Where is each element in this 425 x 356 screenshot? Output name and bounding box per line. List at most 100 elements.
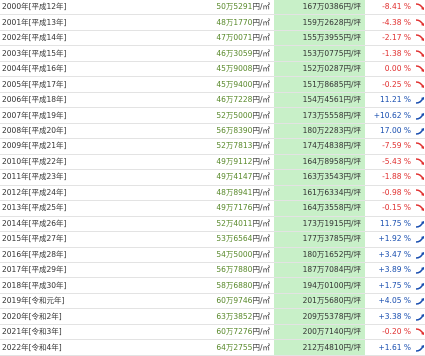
year-cell: 2005年[平成17年]	[0, 76, 142, 93]
change-rate-cell: -7.59 %	[365, 138, 413, 155]
table-row: 2010年[平成22年] 49万9112円/㎡ 164万8958円/坪 -5.43 %	[0, 154, 425, 171]
price-per-tsubo-cell: 155万3955円/坪	[274, 30, 365, 47]
tsubo-unit: 円/坪	[343, 156, 361, 166]
change-rate-cell: +1.75 %	[365, 277, 413, 294]
price-unit: 円/㎡	[252, 327, 270, 337]
price-per-tsubo-cell: 163万3543円/坪	[274, 169, 365, 186]
table-row: 2016年[平成28年] 54万5000円/㎡ 180万1652円/坪 +3.47 %	[0, 247, 425, 263]
year-cell: 2003年[平成15年]	[0, 45, 142, 62]
tsubo-unit: 円/坪	[343, 95, 361, 105]
table-row: 2012年[平成24年] 48万8941円/㎡ 161万6334円/坪 -0.98 %	[0, 185, 425, 202]
change-rate-cell: -0.15 %	[365, 200, 413, 217]
trend-down-arrow-icon	[413, 200, 425, 217]
change-rate-cell: +1.92 %	[365, 231, 413, 248]
price-per-tsubo-cell: 154万4561円/坪	[274, 92, 365, 109]
price-per-tsubo-cell: 180万1652円/坪	[274, 247, 365, 263]
table-row: 2013年[平成25年] 49万7176円/㎡ 164万3558円/坪 -0.15 %	[0, 200, 425, 217]
tsubo-unit: 円/坪	[343, 110, 361, 120]
trend-up-arrow-icon	[413, 107, 425, 124]
tsubo-value: 177万3785	[302, 234, 344, 244]
tsubo-value: 164万3558	[302, 203, 344, 213]
tsubo-value: 173万1915	[302, 218, 344, 228]
tsubo-unit: 円/坪	[343, 265, 361, 275]
tsubo-value: 164万8958	[302, 156, 344, 166]
trend-down-arrow-icon	[413, 154, 425, 171]
year-cell: 2021年[令和3年]	[0, 324, 142, 341]
price-history-table: 2000年[平成12年] 50万5291円/㎡ 167万0386円/坪 -8.41 %…	[0, 0, 425, 356]
price-per-tsubo-cell: 164万3558円/坪	[274, 200, 365, 217]
change-rate-cell: +3.89 %	[365, 262, 413, 279]
price-per-sqm-cell: 60万7276円/㎡	[142, 324, 274, 341]
price-unit: 円/㎡	[252, 110, 270, 120]
tsubo-unit: 円/坪	[343, 48, 361, 58]
year-cell: 2015年[平成27年]	[0, 231, 142, 248]
price-per-sqm-cell: 52万5000円/㎡	[142, 107, 274, 124]
change-rate-cell: -4.38 %	[365, 14, 413, 31]
table-row: 2004年[平成16年] 45万9008円/㎡ 152万0287円/坪 0.00 %	[0, 61, 425, 78]
price-per-tsubo-cell: 153万0775円/坪	[274, 45, 365, 62]
trend-down-arrow-icon	[413, 0, 425, 16]
change-rate-cell: -2.17 %	[365, 30, 413, 47]
tsubo-value: 200万7140	[302, 327, 344, 337]
price-unit: 円/㎡	[252, 280, 270, 290]
price-value: 54万5000	[216, 249, 253, 259]
price-per-tsubo-cell: 167万0386円/坪	[274, 0, 365, 16]
price-value: 46万7228	[216, 95, 253, 105]
price-per-tsubo-cell: 177万3785円/坪	[274, 231, 365, 248]
trend-up-arrow-icon	[413, 247, 425, 263]
price-per-tsubo-cell: 164万8958円/坪	[274, 154, 365, 171]
price-per-sqm-cell: 48万8941円/㎡	[142, 185, 274, 202]
price-per-tsubo-cell: 151万8685円/坪	[274, 76, 365, 93]
table-row: 2017年[平成29年] 56万7880円/㎡ 187万7084円/坪 +3.89 %	[0, 262, 425, 279]
change-rate-cell: +3.38 %	[365, 308, 413, 325]
price-per-tsubo-cell: 201万5680円/坪	[274, 293, 365, 310]
price-value: 46万3059	[216, 48, 253, 58]
table-row: 2005年[平成17年] 45万9400円/㎡ 151万8685円/坪 -0.25 %	[0, 76, 425, 93]
trend-up-arrow-icon	[413, 123, 425, 140]
year-cell: 2020年[令和2年]	[0, 308, 142, 325]
price-unit: 円/㎡	[252, 218, 270, 228]
price-unit: 円/㎡	[252, 203, 270, 213]
price-value: 56万7880	[216, 265, 253, 275]
price-value: 49万7176	[216, 203, 253, 213]
price-per-tsubo-cell: 173万1915円/坪	[274, 216, 365, 233]
year-cell: 2016年[平成28年]	[0, 247, 142, 263]
table-row: 2015年[平成27年] 53万6564円/㎡ 177万3785円/坪 +1.92 %	[0, 231, 425, 248]
tsubo-unit: 円/坪	[343, 17, 361, 27]
price-value: 52万4011	[216, 218, 253, 228]
tsubo-unit: 円/坪	[343, 125, 361, 135]
trend-up-arrow-icon	[413, 293, 425, 310]
price-unit: 円/㎡	[252, 33, 270, 43]
table-row: 2006年[平成18年] 46万7228円/㎡ 154万4561円/坪 11.21 %	[0, 92, 425, 109]
price-unit: 円/㎡	[252, 156, 270, 166]
price-value: 50万5291	[216, 2, 253, 12]
price-value: 64万2755	[216, 342, 253, 352]
tsubo-value: 201万5680	[302, 296, 344, 306]
tsubo-unit: 円/坪	[343, 327, 361, 337]
price-value: 52万5000	[216, 110, 253, 120]
price-unit: 円/㎡	[252, 342, 270, 352]
price-per-tsubo-cell: 161万6334円/坪	[274, 185, 365, 202]
price-value: 53万6564	[216, 234, 253, 244]
tsubo-value: 174万4838	[302, 141, 344, 151]
price-per-sqm-cell: 50万5291円/㎡	[142, 0, 274, 16]
year-cell: 2022年[令和4年]	[0, 339, 142, 356]
tsubo-value: 180万1652	[302, 249, 344, 259]
change-rate-cell: +1.61 %	[365, 339, 413, 356]
price-unit: 円/㎡	[252, 187, 270, 197]
trend-down-arrow-icon	[413, 61, 425, 78]
tsubo-unit: 円/坪	[343, 311, 361, 321]
year-cell: 2010年[平成22年]	[0, 154, 142, 171]
price-unit: 円/㎡	[252, 17, 270, 27]
price-per-sqm-cell: 47万0071円/㎡	[142, 30, 274, 47]
price-value: 49万9112	[216, 156, 253, 166]
table-row: 2011年[平成23年] 49万4147円/㎡ 163万3543円/坪 -1.88 %	[0, 169, 425, 186]
year-cell: 2019年[令和元年]	[0, 293, 142, 310]
tsubo-value: 155万3955	[302, 33, 344, 43]
price-value: 48万8941	[216, 187, 253, 197]
year-cell: 2004年[平成16年]	[0, 61, 142, 78]
change-rate-cell: 0.00 %	[365, 61, 413, 78]
year-cell: 2017年[平成29年]	[0, 262, 142, 279]
table-row: 2007年[平成19年] 52万5000円/㎡ 173万5558円/坪 +10.62 …	[0, 107, 425, 124]
tsubo-unit: 円/坪	[343, 2, 361, 12]
